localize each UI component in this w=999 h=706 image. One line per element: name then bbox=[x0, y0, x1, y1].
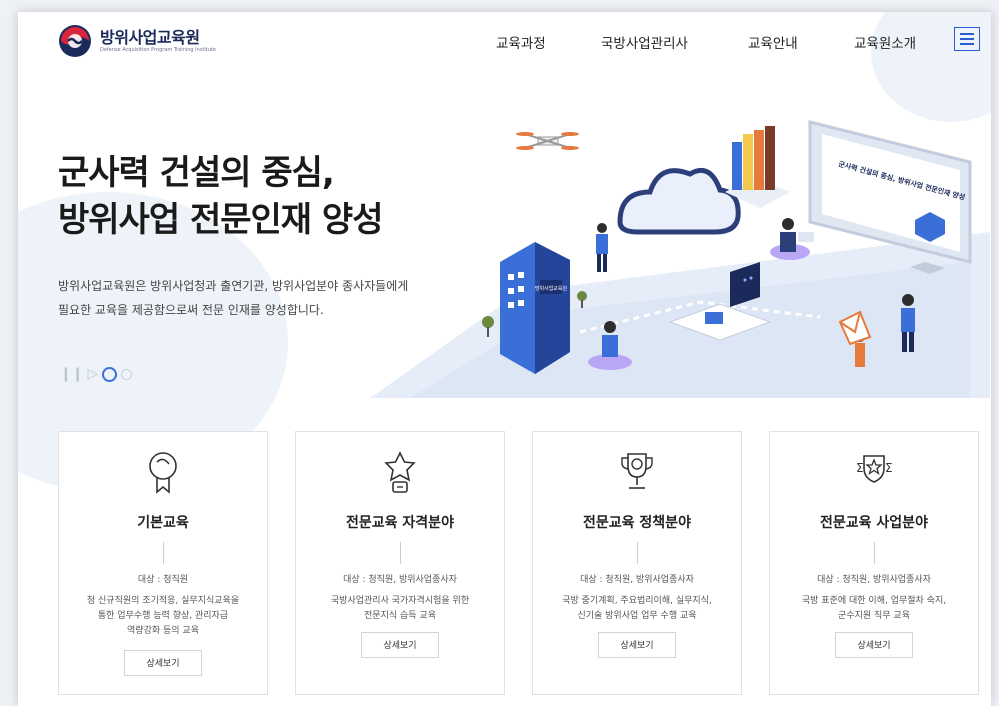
hero-title-line1: 군사력 건설의 중심, bbox=[58, 153, 335, 193]
card-desc-line: 국방사업관리사 국가자격시험을 위한 bbox=[330, 596, 470, 606]
hamburger-menu-icon[interactable] bbox=[954, 27, 980, 51]
slider-controls: ❙❙ ▷ bbox=[60, 366, 133, 382]
nav-item-courses[interactable]: 교육과정 bbox=[496, 32, 546, 52]
card-desc-line: 국방 중기계획, 주요법리이해, 실무지식, bbox=[562, 596, 712, 606]
browser-viewport: 방위사업교육원 Defense Acquisition Program Trai… bbox=[18, 12, 991, 706]
card-desc-line: 신기술 방위사업 업무 수행 교육 bbox=[577, 611, 697, 621]
card-description: 국방사업관리사 국가자격시험을 위한 전문지식 습득 교육 bbox=[308, 594, 492, 624]
hero-title-line2: 방위사업 전문인재 양성 bbox=[58, 200, 383, 240]
trophy-icon bbox=[621, 453, 653, 489]
svg-text:Ʃ: Ʃ bbox=[885, 461, 893, 475]
card-desc-line: 통한 업무수행 능력 향상, 관리자급 bbox=[97, 611, 229, 621]
card-basic-education: 기본교육 대상 : 청직원 청 신규직원의 조기적응, 실무지식교육을 통한 업… bbox=[58, 431, 268, 695]
card-desc-line: 전문지식 습득 교육 bbox=[364, 611, 436, 621]
logo-emblem-icon bbox=[59, 25, 91, 57]
nav-item-about[interactable]: 교육원소개 bbox=[854, 32, 916, 52]
card-description: 청 신규직원의 조기적응, 실무지식교육을 통한 업무수행 능력 향상, 관리자… bbox=[71, 594, 255, 639]
hero-desc-line1: 방위사업교육원은 방위사업청과 출연기관, 방위사업분야 종사자들에게 bbox=[58, 279, 409, 293]
nav-item-defense-manager[interactable]: 국방사업관리사 bbox=[601, 32, 688, 52]
card-title: 전문교육 사업분야 bbox=[820, 515, 928, 531]
divider bbox=[400, 542, 401, 564]
logo-name: 방위사업교육원 bbox=[100, 27, 200, 47]
divider bbox=[637, 542, 638, 564]
star-badge-icon bbox=[384, 451, 416, 493]
card-qualification-education: 전문교육 자격분야 대상 : 청직원, 방위사업종사자 국방사업관리사 국가자격… bbox=[295, 431, 505, 695]
details-button[interactable]: 상세보기 bbox=[124, 650, 202, 676]
card-title: 전문교육 자격분야 bbox=[346, 515, 454, 531]
card-desc-line: 국방 표준에 대한 이해, 업무절차 숙지, bbox=[801, 596, 947, 606]
card-desc-line: 청 신규직원의 조기적응, 실무지식교육을 bbox=[86, 596, 240, 606]
details-button[interactable]: 상세보기 bbox=[835, 632, 913, 658]
card-title: 전문교육 정책분야 bbox=[583, 515, 691, 531]
drone-icon bbox=[516, 132, 579, 150]
logo-subtitle: Defense Acquisition Program Training Ins… bbox=[100, 46, 216, 53]
divider bbox=[874, 542, 875, 564]
site-logo[interactable]: 방위사업교육원 Defense Acquisition Program Trai… bbox=[58, 24, 216, 58]
books-illustration bbox=[725, 126, 790, 208]
svg-text:Σ: Σ bbox=[856, 461, 864, 475]
cloud-icon bbox=[617, 168, 741, 235]
card-target: 대상 : 청직원, 방위사업종사자 bbox=[343, 575, 457, 585]
nav-item-guide[interactable]: 교육안내 bbox=[748, 32, 798, 52]
details-button[interactable]: 상세보기 bbox=[361, 632, 439, 658]
pause-icon[interactable]: ❙❙ bbox=[60, 366, 83, 382]
building-illustration: 방위사업교육원 bbox=[500, 242, 570, 374]
card-description: 국방 중기계획, 주요법리이해, 실무지식, 신기술 방위사업 업무 수행 교육 bbox=[545, 594, 729, 624]
card-title: 기본교육 bbox=[137, 515, 189, 531]
card-target: 대상 : 청직원, 방위사업종사자 bbox=[580, 575, 694, 585]
medal-icon bbox=[149, 452, 177, 494]
hero-illustration: 방위사업교육원 군사력 건설의 중심, 방위사업 전문인재 양성 bbox=[370, 120, 990, 398]
slide-dot-active[interactable] bbox=[102, 366, 118, 382]
slide-dot[interactable] bbox=[121, 368, 133, 380]
building-sign: 방위사업교육원 bbox=[535, 285, 568, 292]
card-target: 대상 : 청직원, 방위사업종사자 bbox=[817, 575, 931, 585]
hero-description: 방위사업교육원은 방위사업청과 출연기관, 방위사업분야 종사자들에게 필요한 … bbox=[58, 274, 408, 322]
card-policy-education: 전문교육 정책분야 대상 : 청직원, 방위사업종사자 국방 중기계획, 주요법… bbox=[532, 431, 742, 695]
card-project-education: Σ Ʃ 전문교육 사업분야 대상 : 청직원, 방위사업종사자 국방 표준에 대… bbox=[769, 431, 979, 695]
card-desc-line: 군수지원 직무 교육 bbox=[838, 611, 910, 621]
hero-title: 군사력 건설의 중심, 방위사업 전문인재 양성 bbox=[58, 150, 383, 244]
shield-star-icon: Σ Ʃ bbox=[856, 455, 893, 483]
play-icon[interactable]: ▷ bbox=[87, 366, 98, 382]
card-desc-line: 역량강화 등의 교육 bbox=[127, 626, 199, 636]
hero-desc-line2: 필요한 교육을 제공함으로써 전문 인재를 양성합니다. bbox=[58, 303, 324, 317]
card-description: 국방 표준에 대한 이해, 업무절차 숙지, 군수지원 직무 교육 bbox=[782, 594, 966, 624]
card-target: 대상 : 청직원 bbox=[137, 575, 189, 585]
divider bbox=[163, 542, 164, 564]
details-button[interactable]: 상세보기 bbox=[598, 632, 676, 658]
